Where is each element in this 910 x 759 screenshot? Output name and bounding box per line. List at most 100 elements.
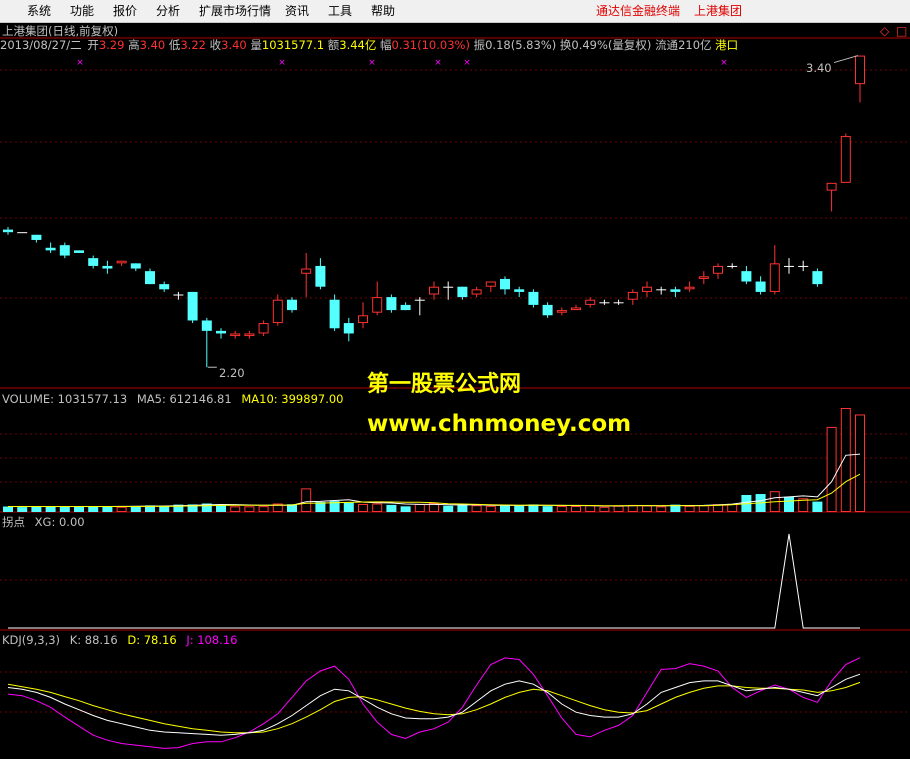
volume-bar-43 (613, 505, 624, 513)
candle-body-24 (343, 323, 354, 334)
volume-bar-18 (258, 506, 269, 513)
volume-bar-5 (74, 506, 84, 512)
candle-body-14 (201, 320, 212, 331)
candle-body-5 (74, 250, 84, 253)
float-value: 210亿 (678, 38, 712, 52)
volume-label: 量 (250, 38, 262, 52)
low-label: 低 (168, 38, 181, 52)
volume-bar-48 (684, 505, 695, 513)
candle-body-23 (329, 299, 340, 329)
low-value: 3.22 (180, 38, 206, 52)
volume-bar-0 (3, 506, 13, 512)
candle-body-58 (826, 182, 837, 191)
candle-body-33 (471, 289, 482, 295)
candle-body-17 (244, 333, 255, 337)
candle-body-51 (727, 265, 738, 267)
volume-bar-40 (571, 506, 581, 513)
volume-ma-lines (8, 453, 861, 507)
candle-body-16 (230, 333, 241, 337)
menu-tools[interactable]: 工具 (328, 3, 352, 19)
volume-bar-49 (698, 505, 709, 512)
menu-help[interactable]: 帮助 (371, 3, 395, 19)
candle-body-1 (17, 232, 28, 234)
volume-bar-57 (812, 501, 823, 512)
candle-body-48 (684, 286, 695, 290)
volume-bar-58 (826, 426, 837, 512)
candle-body-60 (855, 55, 865, 85)
high-value: 3.40 (139, 38, 166, 52)
kdj-indicator-labels: KDJ(9,3,3) K: 88.16 D: 78.16 J: 108.16 (2, 633, 237, 647)
volume-bar-4 (59, 506, 70, 512)
candle-body-7 (102, 265, 113, 269)
menu-quote[interactable]: 报价 (113, 3, 137, 19)
high-label: 高 (128, 38, 140, 52)
volume-bar-41 (585, 505, 596, 512)
kdj-lines (7, 657, 861, 749)
candle-body-44 (627, 291, 638, 300)
quote-info-bar: 2013/08/27/二 开3.29 高3.40 低3.22 收3.40 量10… (0, 38, 738, 52)
volume-bar-59 (840, 408, 851, 512)
volume-bar-1 (17, 507, 28, 512)
xg-indicator-labels: 拐点 XG: 0.00 (2, 515, 85, 529)
volume-bar-29 (414, 503, 425, 512)
close-icon[interactable]: □ (896, 24, 907, 38)
low-price-marker: 2.20 (219, 366, 245, 380)
chart-title: 上港集团(日线,前复权) (2, 24, 119, 38)
volume-bar-55 (784, 496, 794, 512)
chart-frame (0, 37, 910, 631)
candle-body-11 (159, 284, 170, 290)
candle-body-3 (45, 247, 56, 251)
menu-extended-market[interactable]: 扩展市场行情 (199, 3, 271, 19)
quote-date: 2013/08/27/二 (0, 38, 82, 52)
ma10-label: MA10: 399897.00 (241, 392, 344, 406)
close-label: 收 (209, 38, 222, 52)
candle-body-22 (315, 265, 326, 287)
volume-bar-28 (400, 506, 411, 512)
volume-bar-32 (457, 505, 468, 512)
menu-function[interactable]: 功能 (70, 3, 94, 19)
candle-body-49 (698, 276, 709, 279)
volume-bar-2 (31, 506, 42, 512)
candle-body-21 (301, 268, 312, 274)
candle-body-15 (216, 330, 226, 334)
k-value: K: 88.16 (69, 633, 118, 647)
volume-ma10-line (8, 473, 861, 507)
menu-bar: 系统 功能 报价 分析 扩展市场行情 资讯 工具 帮助 通达信金融终端 上港集团 (0, 0, 910, 23)
candle-body-29 (414, 299, 425, 301)
menu-analysis[interactable]: 分析 (156, 3, 180, 19)
stock-name-title: 上港集团 (694, 4, 743, 18)
candle-body-26 (372, 297, 383, 313)
candle-body-39 (556, 310, 567, 313)
candle-body-10 (145, 271, 155, 285)
candle-body-59 (840, 136, 851, 183)
candle-body-12 (173, 294, 184, 296)
candle-body-35 (500, 278, 510, 290)
menu-system[interactable]: 系统 (27, 3, 51, 19)
ma5-label: MA5: 612146.81 (136, 392, 232, 406)
volume-bar-21 (301, 488, 312, 513)
amount-value: 3.44亿 (339, 38, 377, 52)
candle-body-42 (599, 302, 610, 304)
watermark-title: 第一股票公式网 (367, 372, 522, 397)
amount-label: 额 (327, 38, 340, 52)
volume-bar-42 (599, 506, 610, 512)
volume-bar-60 (855, 414, 865, 512)
candle-body-4 (59, 245, 70, 256)
volume-indicator-labels: VOLUME: 1031577.13 MA5: 612146.81 MA10: … (2, 392, 344, 406)
volume-total-label: VOLUME: 1031577.13 (2, 392, 128, 406)
diamond-icon[interactable]: ◇ (880, 24, 889, 38)
event-marker-5: × (720, 58, 728, 68)
candle-body-19 (272, 299, 283, 324)
candle-body-6 (88, 258, 99, 266)
volume-bar-44 (627, 504, 638, 512)
turnover-label: 换 (559, 38, 572, 52)
watermark-url: www.chnmoney.com (367, 411, 632, 437)
volume-bar-25 (358, 503, 368, 512)
event-marker-3: × (434, 58, 442, 68)
xg-name: 拐点 (2, 515, 25, 529)
candle-body-40 (571, 307, 581, 311)
amplitude-value: 0.18(5.83%) (485, 38, 557, 52)
menu-news[interactable]: 资讯 (285, 3, 309, 19)
candlesticks (3, 55, 865, 368)
volume-bar-39 (556, 505, 567, 513)
